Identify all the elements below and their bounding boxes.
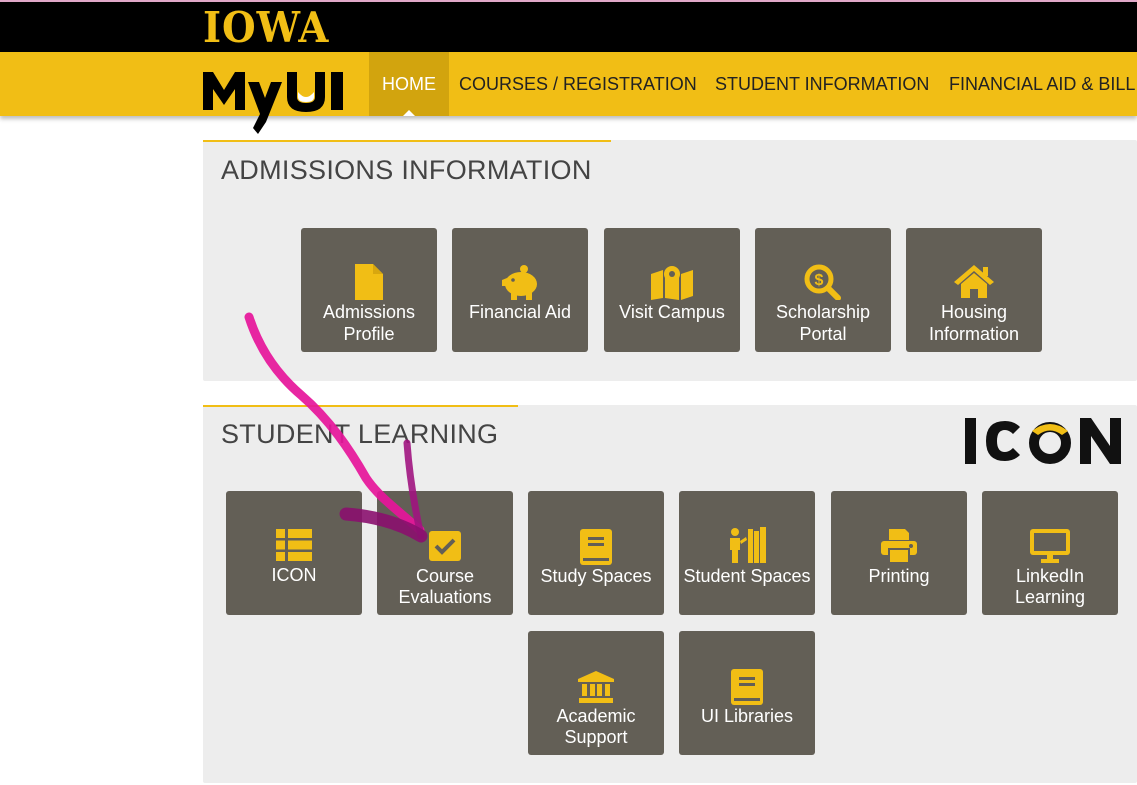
book-icon: [679, 669, 815, 710]
tile-label: ICON: [271, 565, 317, 585]
tile-label: Admissions: [322, 302, 416, 322]
file-icon: [301, 264, 437, 305]
nav-student-information[interactable]: STUDENT INFORMATION: [715, 52, 929, 116]
top-bar: IOWA: [0, 0, 1137, 52]
check-square-icon: [377, 531, 513, 566]
tile-linkedin-learning[interactable]: LinkedIn Learning: [982, 491, 1118, 615]
tile-label: Learning: [1014, 587, 1086, 607]
nav-financial-aid-billing[interactable]: FINANCIAL AID & BILLIN: [949, 52, 1137, 116]
tile-academic-support[interactable]: Academic Support: [528, 631, 664, 755]
tile-visit-campus[interactable]: Visit Campus: [604, 228, 740, 352]
university-icon: [528, 671, 664, 708]
tile-label: Evaluations: [398, 587, 492, 607]
tile-label: Visit Campus: [619, 302, 725, 322]
tile-label: Study Spaces: [540, 566, 652, 586]
panel-accent: [203, 405, 518, 407]
tile-label: UI Libraries: [700, 706, 794, 726]
tile-label: Housing: [940, 302, 1008, 322]
tile-financial-aid[interactable]: Financial Aid: [452, 228, 588, 352]
tile-label: LinkedIn: [1015, 566, 1085, 586]
myui-logo[interactable]: [203, 64, 353, 136]
tile-label: Support: [564, 727, 628, 747]
myui-page: IOWA HOME COURSES / REGISTRATION STUDENT…: [0, 0, 1137, 785]
map-icon: [604, 264, 740, 305]
iowa-logo[interactable]: IOWA: [203, 7, 329, 49]
tile-admissions-profile[interactable]: Admissions Profile: [301, 228, 437, 352]
panel-title: STUDENT LEARNING: [221, 419, 499, 449]
tile-scholarship-portal[interactable]: $ Scholarship Portal: [755, 228, 891, 352]
tile-course-evaluations[interactable]: Course Evaluations: [377, 491, 513, 615]
tile-label: Course: [415, 566, 475, 586]
icon-logo[interactable]: [962, 413, 1124, 469]
svg-text:$: $: [815, 272, 824, 289]
tile-ui-libraries[interactable]: UI Libraries: [679, 631, 815, 755]
tile-label: Academic: [556, 706, 636, 726]
tile-label: Information: [928, 324, 1020, 344]
nav-courses-registration[interactable]: COURSES / REGISTRATION: [459, 52, 697, 116]
tile-housing-information[interactable]: Housing Information: [906, 228, 1042, 352]
panel-accent: [203, 140, 611, 142]
tile-label: Profile: [343, 324, 395, 344]
piggy-bank-icon: [452, 264, 588, 305]
list-icon: [226, 529, 362, 566]
home-icon: [906, 264, 1042, 303]
tile-icon[interactable]: ICON: [226, 491, 362, 615]
monitor-icon: [982, 529, 1118, 568]
nav-home[interactable]: HOME: [369, 52, 449, 116]
main-nav: HOME COURSES / REGISTRATION STUDENT INFO…: [0, 52, 1137, 134]
printer-icon: [831, 529, 967, 568]
panel-title: ADMISSIONS INFORMATION: [221, 155, 592, 185]
tile-label: Printing: [868, 566, 930, 586]
tile-study-spaces[interactable]: Study Spaces: [528, 491, 664, 615]
tile-label: Financial Aid: [468, 302, 572, 322]
tile-student-spaces[interactable]: Student Spaces: [679, 491, 815, 615]
tile-printing[interactable]: Printing: [831, 491, 967, 615]
tile-label: Student Spaces: [683, 566, 811, 586]
tile-label: Portal: [799, 324, 847, 344]
book-icon: [528, 529, 664, 570]
student-bookshelf-icon: [679, 527, 815, 568]
search-dollar-icon: $: [755, 264, 891, 305]
tile-label: Scholarship: [775, 302, 871, 322]
